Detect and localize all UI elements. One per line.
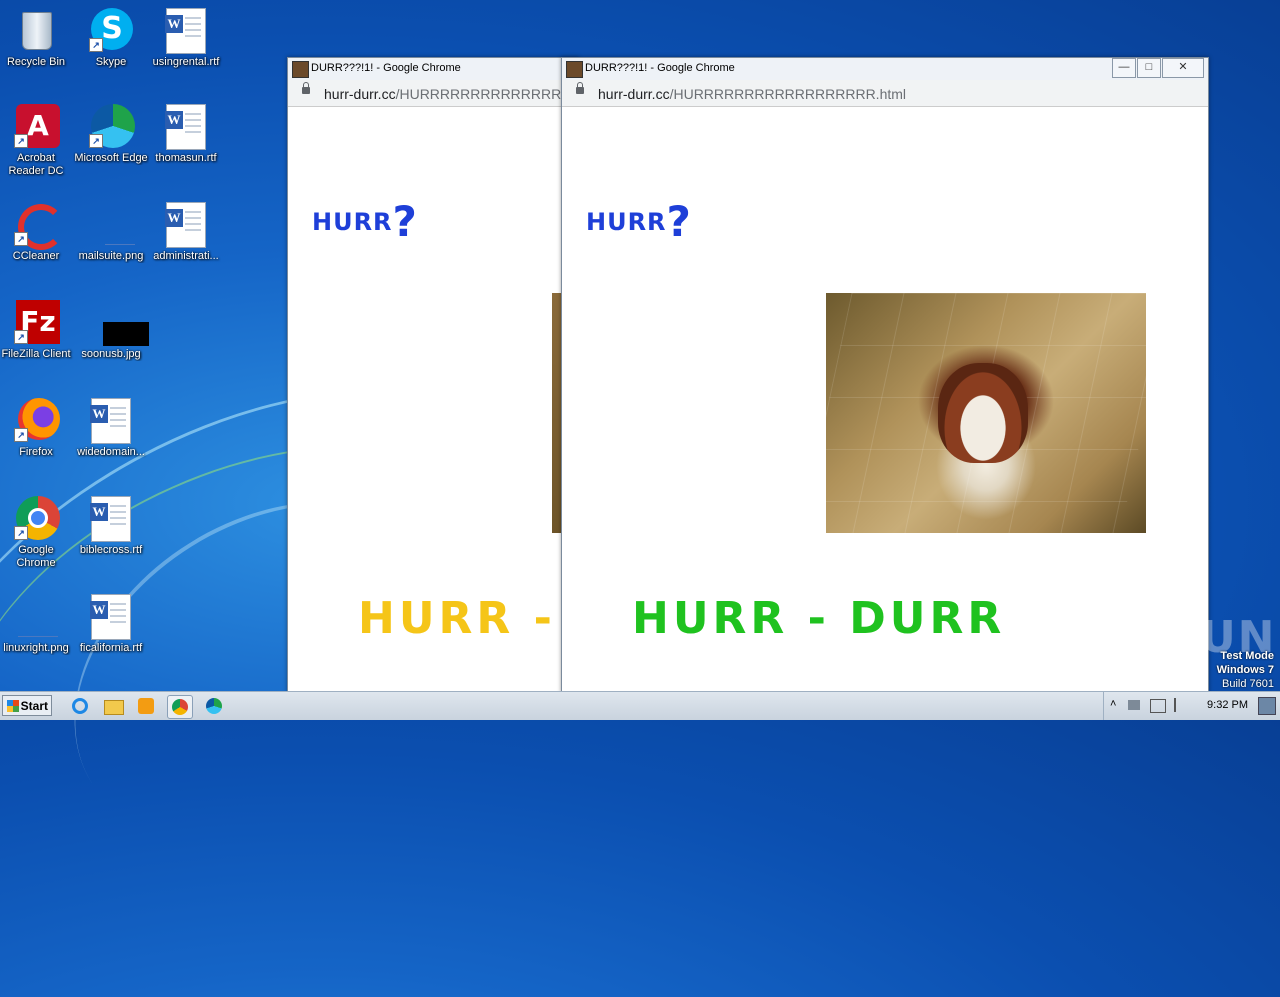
desktop-icon-thomasun[interactable]: W thomasun.rtf (148, 104, 224, 165)
desktop-icon-skype[interactable]: S ↗ Skype (73, 8, 149, 69)
title-bar[interactable]: DURR???!1! - Google Chrome (288, 58, 578, 81)
word-document-icon: W (89, 496, 133, 542)
lock-icon (576, 82, 584, 94)
word-document-icon: W (164, 104, 208, 150)
explorer-folder-icon[interactable] (101, 695, 125, 717)
desktop-icon-ficalifornia[interactable]: W ficalifornia.rtf (73, 594, 149, 655)
maximize-button[interactable]: □ (1137, 58, 1161, 78)
url-text[interactable]: hurr-durr.cc/HURRRRRRRRRRRRRRRRRR (324, 86, 578, 102)
system-tray: ˄ 9:32 PM (1103, 692, 1280, 720)
test-mode-notice: Test Mode Windows 7 Build 7601 (1216, 650, 1274, 690)
window-title: DURR???!1! - Google Chrome (585, 62, 735, 74)
desktop-icon-chrome[interactable]: ↗ Google Chrome (0, 496, 74, 570)
desktop-icon-recycle-bin[interactable]: Recycle Bin (0, 8, 74, 69)
desktop-icon-edge[interactable]: ↗ Microsoft Edge (73, 104, 149, 165)
favicon-icon (566, 61, 583, 78)
image-file-icon (89, 202, 135, 246)
desktop-icon-acrobat[interactable]: A ↗ Acrobat Reader DC (0, 104, 74, 178)
close-button[interactable]: ✕ (1162, 58, 1204, 78)
chrome-taskbar-button[interactable] (167, 695, 193, 719)
ccleaner-icon: ↗ (14, 202, 64, 250)
word-document-icon: W (89, 594, 133, 640)
firefox-icon: ↗ (14, 398, 60, 442)
clock[interactable]: 9:32 PM (1207, 699, 1248, 711)
acrobat-icon: A ↗ (14, 104, 60, 148)
media-player-icon[interactable] (134, 695, 158, 717)
desktop-icon-biblecross[interactable]: W biblecross.rtf (73, 496, 149, 557)
show-desktop-icon[interactable] (1258, 697, 1276, 715)
desktop-icon-mailsuite[interactable]: mailsuite.png (73, 202, 149, 263)
chrome-window-back[interactable]: DURR???!1! - Google Chrome hurr-durr.cc/… (287, 57, 579, 693)
image-file-icon (14, 594, 58, 638)
banner-text: HURR - DURR (632, 593, 1006, 644)
bulldog-head (938, 363, 1028, 463)
skype-icon: S ↗ (89, 8, 133, 52)
minimize-button[interactable]: — (1112, 58, 1136, 78)
start-button[interactable]: Start (2, 695, 52, 716)
page-content: HURR? HURR - DURR (562, 107, 1208, 692)
internet-explorer-icon[interactable] (68, 695, 92, 717)
taskbar: Start ˄ 9:32 PM (0, 691, 1280, 720)
desktop-icon-widedomain[interactable]: W widedomain... (73, 398, 149, 459)
network-icon[interactable] (1150, 699, 1166, 713)
banner-text: HURR - DURR (358, 593, 578, 644)
image-file-icon (89, 300, 149, 346)
desktop-icon-filezilla[interactable]: Fz ↗ FileZilla Client (0, 300, 74, 361)
edge-icon[interactable] (202, 695, 226, 717)
desktop-icon-soonusb[interactable]: soonusb.jpg (73, 300, 149, 361)
chrome-icon (172, 699, 188, 715)
address-bar[interactable]: hurr-durr.cc/HURRRRRRRRRRRRRRRRRR (288, 80, 578, 107)
desktop-icon-ccleaner[interactable]: ↗ CCleaner (0, 202, 74, 263)
page-content: HURR? HURR - DURR (288, 107, 578, 692)
word-document-icon: W (164, 8, 208, 54)
lock-icon (302, 82, 310, 94)
bulldog-image (826, 293, 1146, 533)
desktop-icon-linuxright[interactable]: linuxright.png (0, 594, 74, 655)
volume-icon[interactable] (1128, 700, 1140, 710)
chrome-icon: ↗ (14, 496, 60, 540)
word-document-icon: W (89, 398, 133, 444)
action-center-flag-icon[interactable] (1174, 698, 1188, 712)
window-title: DURR???!1! - Google Chrome (311, 62, 461, 74)
filezilla-icon: Fz ↗ (14, 300, 60, 344)
chrome-window-front[interactable]: DURR???!1! - Google Chrome — □ ✕ hurr-du… (561, 57, 1209, 693)
desktop-icon-administrati[interactable]: W administrati... (148, 202, 224, 263)
edge-icon: ↗ (89, 104, 135, 148)
title-bar[interactable]: DURR???!1! - Google Chrome — □ ✕ (562, 58, 1208, 81)
show-hidden-icons-button[interactable]: ˄ (1110, 698, 1116, 710)
desktop-icon-firefox[interactable]: ↗ Firefox (0, 398, 74, 459)
url-text[interactable]: hurr-durr.cc/HURRRRRRRRRRRRRRRRRR.html (598, 86, 906, 102)
word-document-icon: W (164, 202, 208, 248)
page-heading: HURR? (586, 197, 692, 246)
desktop-icon-usingrental[interactable]: W usingrental.rtf (148, 8, 224, 69)
windows-logo-icon (7, 700, 19, 712)
favicon-icon (292, 61, 309, 78)
address-bar[interactable]: hurr-durr.cc/HURRRRRRRRRRRRRRRRRR.html (562, 80, 1208, 107)
recycle-bin-icon (14, 8, 58, 52)
page-heading: HURR? (312, 197, 418, 246)
